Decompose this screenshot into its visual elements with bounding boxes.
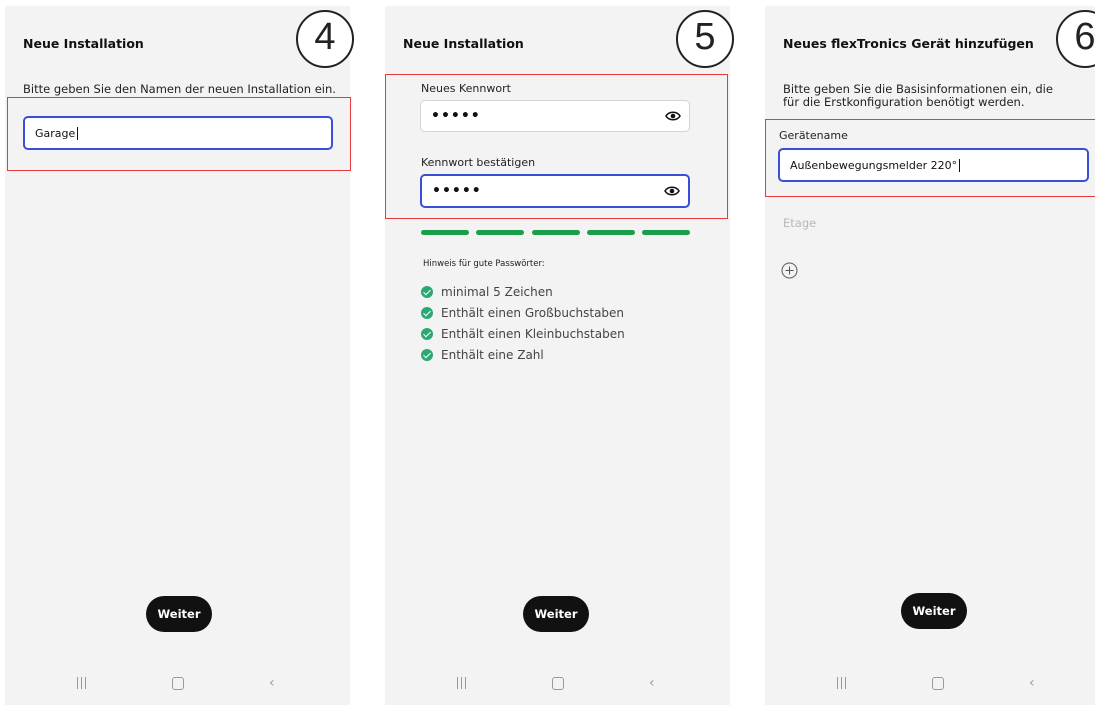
instruction-text-line1: Bitte geben Sie die Basisinformationen e… bbox=[783, 82, 1053, 96]
criteria-item: minimal 5 Zeichen bbox=[421, 285, 553, 299]
password-hint-title: Hinweis für gute Passwörter: bbox=[423, 259, 545, 269]
screen-new-installation-password: Neue Installation 5 Neues Kennwort •••••… bbox=[385, 6, 734, 705]
confirm-password-label: Kennwort bestätigen bbox=[421, 156, 536, 169]
input-value: Garage bbox=[35, 126, 76, 140]
password-dots: ••••• bbox=[431, 108, 481, 124]
criteria-item: Enthält einen Kleinbuchstaben bbox=[421, 327, 625, 341]
system-nav-bar: ‹ bbox=[385, 671, 730, 701]
step-number: 5 bbox=[676, 10, 734, 68]
eye-icon[interactable] bbox=[664, 186, 680, 197]
strength-segment bbox=[421, 230, 469, 235]
criteria-text: minimal 5 Zeichen bbox=[441, 285, 553, 299]
plus-circle-icon[interactable] bbox=[781, 262, 798, 279]
confirm-password-input[interactable]: ••••• bbox=[420, 174, 690, 208]
input-value: Außenbewegungsmelder 220° bbox=[790, 158, 958, 172]
recent-apps-icon[interactable] bbox=[836, 677, 848, 689]
instruction-text-line2: für die Erstkonfiguration benötigt werde… bbox=[783, 95, 1025, 109]
home-icon[interactable] bbox=[932, 677, 944, 690]
strength-segment bbox=[642, 230, 690, 235]
home-icon[interactable] bbox=[552, 677, 564, 690]
page-title: Neue Installation bbox=[403, 36, 524, 51]
next-button[interactable]: Weiter bbox=[901, 593, 967, 629]
step-number: 6 bbox=[1056, 10, 1095, 68]
new-password-label: Neues Kennwort bbox=[421, 82, 511, 95]
system-nav-bar: ‹ bbox=[5, 671, 350, 701]
criteria-text: Enthält einen Kleinbuchstaben bbox=[441, 327, 625, 341]
password-dots: ••••• bbox=[432, 183, 482, 199]
recent-apps-icon[interactable] bbox=[76, 677, 88, 689]
text-cursor bbox=[959, 158, 961, 172]
check-circle-icon bbox=[421, 307, 433, 319]
page-title: Neue Installation bbox=[23, 36, 144, 51]
installation-name-input[interactable]: Garage bbox=[23, 116, 333, 150]
next-button[interactable]: Weiter bbox=[146, 596, 212, 632]
page-title: Neues flexTronics Gerät hinzufügen bbox=[783, 36, 1034, 51]
next-button[interactable]: Weiter bbox=[523, 596, 589, 632]
criteria-item: Enthält einen Großbuchstaben bbox=[421, 306, 624, 320]
criteria-text: Enthält eine Zahl bbox=[441, 348, 544, 362]
criteria-item: Enthält eine Zahl bbox=[421, 348, 544, 362]
password-strength-meter bbox=[421, 230, 691, 236]
system-nav-bar: ‹ bbox=[765, 671, 1095, 701]
instruction-text: Bitte geben Sie den Namen der neuen Inst… bbox=[23, 82, 336, 96]
criteria-text: Enthält einen Großbuchstaben bbox=[441, 306, 625, 320]
back-icon[interactable]: ‹ bbox=[269, 675, 275, 691]
back-icon[interactable]: ‹ bbox=[649, 675, 655, 691]
text-cursor bbox=[77, 126, 79, 140]
check-circle-icon bbox=[421, 328, 433, 340]
new-password-input[interactable]: ••••• bbox=[420, 100, 690, 132]
recent-apps-icon[interactable] bbox=[456, 677, 468, 689]
strength-segment bbox=[476, 230, 524, 235]
device-name-input[interactable]: Außenbewegungsmelder 220° bbox=[778, 148, 1089, 182]
device-name-label: Gerätename bbox=[779, 129, 848, 142]
floor-field-label[interactable]: Etage bbox=[783, 216, 816, 230]
screen-add-flextronics-device: Neues flexTronics Gerät hinzufügen 6 Bit… bbox=[765, 6, 1095, 705]
home-icon[interactable] bbox=[172, 677, 184, 690]
step-number: 4 bbox=[296, 10, 354, 68]
screen-new-installation-name: Neue Installation 4 Bitte geben Sie den … bbox=[5, 6, 354, 705]
check-circle-icon bbox=[421, 286, 433, 298]
back-icon[interactable]: ‹ bbox=[1029, 675, 1035, 691]
eye-icon[interactable] bbox=[665, 111, 681, 122]
strength-segment bbox=[587, 230, 635, 235]
check-circle-icon bbox=[421, 349, 433, 361]
strength-segment bbox=[532, 230, 580, 235]
